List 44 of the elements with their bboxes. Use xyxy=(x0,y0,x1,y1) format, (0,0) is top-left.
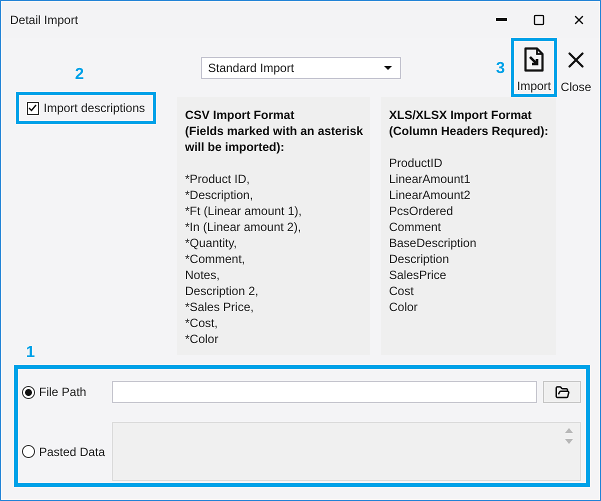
field-name: *Description, xyxy=(185,187,254,203)
callout-number: 1 xyxy=(26,345,35,361)
import-button[interactable]: Import xyxy=(511,38,557,97)
window-title: Detail Import xyxy=(10,12,78,28)
minimize-icon xyxy=(496,18,506,21)
caret-icon xyxy=(384,66,392,70)
maximize-icon xyxy=(533,14,545,26)
field-name: Cost xyxy=(389,283,415,299)
field-name: Description 2, xyxy=(185,283,260,299)
radio-button[interactable] xyxy=(22,386,35,398)
field-name: *In (Linear amount 2), xyxy=(185,219,302,235)
option-label[interactable]: File Path xyxy=(39,383,86,401)
format-heading: XLS/XLSX Import Format (Column Headers Requred): xyxy=(389,107,548,139)
field-name: Comment xyxy=(389,219,442,235)
field-name: ProductID xyxy=(389,155,444,171)
close-button[interactable]: Close xyxy=(559,38,593,97)
field-name: *Product ID, xyxy=(185,171,251,187)
field-name: BaseDescription xyxy=(389,235,478,251)
field-name: *Sales Price, xyxy=(185,299,255,315)
file-path-field[interactable] xyxy=(112,381,537,403)
browse-button[interactable] xyxy=(543,381,581,403)
format-heading: CSV Import Format (Fields marked with an asterisk will be imported): xyxy=(185,107,362,155)
field-name: *Color xyxy=(185,331,220,347)
checkbox[interactable] xyxy=(27,102,39,114)
field-name: *Comment, xyxy=(185,251,246,267)
field-name: PcsOrdered xyxy=(389,203,454,219)
radio-button[interactable] xyxy=(22,445,35,458)
field-name: LinearAmount2 xyxy=(389,187,472,203)
field-name: Description xyxy=(389,251,450,267)
callout-number: 2 xyxy=(75,67,84,83)
pasted-data-field[interactable] xyxy=(112,422,581,481)
import-type-dropdown[interactable]: Standard Import xyxy=(201,57,401,79)
field-name: Color xyxy=(389,299,419,315)
option-label[interactable]: Pasted Data xyxy=(39,442,106,460)
callout-number: 3 xyxy=(496,61,505,77)
field-name: *Quantity, xyxy=(185,235,238,251)
field-name: *Cost, xyxy=(185,315,219,331)
field-name: *Ft (Linear amount 1), xyxy=(185,203,303,219)
field-name: LinearAmount1 xyxy=(389,171,472,187)
folder-icon xyxy=(554,384,570,400)
field-name: SalesPrice xyxy=(389,267,448,283)
document-arrow-icon xyxy=(524,47,544,72)
scroll-arrows-icon xyxy=(565,428,573,444)
field-name: Notes, xyxy=(185,267,221,283)
